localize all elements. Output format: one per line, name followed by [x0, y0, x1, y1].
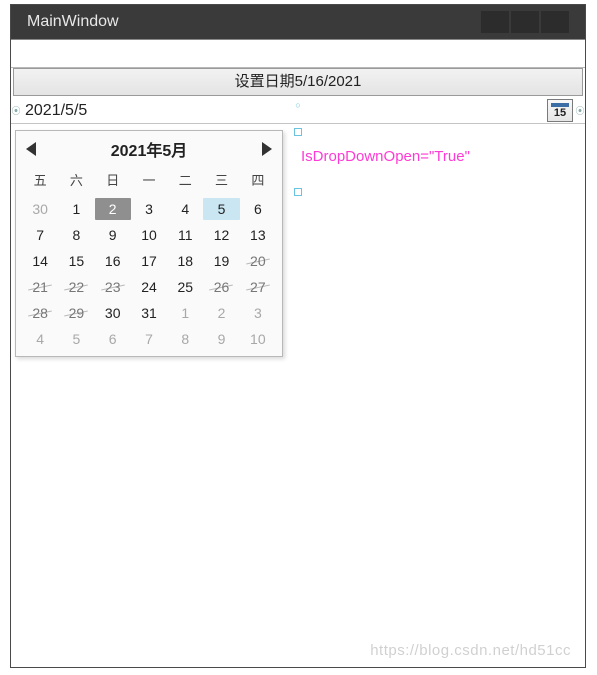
calendar-day[interactable]: 4: [167, 198, 203, 220]
designer-handle-right-icon: ⦿: [575, 98, 585, 123]
calendar-day[interactable]: 10: [240, 328, 276, 350]
calendar-icon-day: 15: [554, 108, 566, 119]
calendar-day[interactable]: 25: [167, 276, 203, 298]
calendar-day: 28: [22, 302, 58, 324]
calendar-day[interactable]: 18: [167, 250, 203, 272]
calendar-day[interactable]: 5: [58, 328, 94, 350]
calendar-day[interactable]: 13: [240, 224, 276, 246]
calendar-day[interactable]: 5: [203, 198, 239, 220]
calendar-day: 21: [22, 276, 58, 298]
calendar-header: 2021年5月: [16, 131, 282, 165]
calendar-day[interactable]: 9: [95, 224, 131, 246]
calendar-day[interactable]: 30: [95, 302, 131, 324]
close-button[interactable]: [541, 11, 569, 33]
calendar-day: 22: [58, 276, 94, 298]
designer-marker-icon: ○: [295, 100, 300, 110]
calendar-day[interactable]: 2: [203, 302, 239, 324]
calendar-day[interactable]: 9: [203, 328, 239, 350]
calendar-day[interactable]: 7: [22, 224, 58, 246]
window-title: MainWindow: [27, 13, 481, 31]
calendar-day[interactable]: 3: [131, 198, 167, 220]
calendar-day[interactable]: 2: [95, 198, 131, 220]
calendar-popup: 2021年5月 五六日一二三四3012345678910111213141516…: [15, 130, 283, 357]
calendar-day: 20: [240, 250, 276, 272]
prev-month-button[interactable]: [26, 142, 36, 156]
calendar-day[interactable]: 8: [58, 224, 94, 246]
minimize-button[interactable]: [481, 11, 509, 33]
day-of-week-header: 六: [58, 167, 94, 194]
day-of-week-header: 五: [22, 167, 58, 194]
calendar-day[interactable]: 11: [167, 224, 203, 246]
calendar-day: 26: [203, 276, 239, 298]
calendar-day: 23: [95, 276, 131, 298]
day-of-week-header: 一: [131, 167, 167, 194]
calendar-day[interactable]: 6: [95, 328, 131, 350]
maximize-button[interactable]: [511, 11, 539, 33]
annotation-text: IsDropDownOpen="True": [301, 148, 470, 165]
main-window: MainWindow 设置日期5/16/2021 ⦿ ○ 15 ⦿: [10, 4, 586, 668]
empty-row: [11, 40, 585, 68]
calendar-day[interactable]: 15: [58, 250, 94, 272]
window-buttons: [481, 11, 569, 33]
calendar-day[interactable]: 17: [131, 250, 167, 272]
day-of-week-header: 日: [95, 167, 131, 194]
calendar-day[interactable]: 10: [131, 224, 167, 246]
calendar-day[interactable]: 7: [131, 328, 167, 350]
calendar-day[interactable]: 8: [167, 328, 203, 350]
calendar-day[interactable]: 30: [22, 198, 58, 220]
set-date-button[interactable]: 设置日期5/16/2021: [13, 68, 583, 96]
day-of-week-header: 四: [240, 167, 276, 194]
calendar-day[interactable]: 3: [240, 302, 276, 324]
day-of-week-header: 三: [203, 167, 239, 194]
calendar-icon: [551, 103, 569, 107]
calendar-day[interactable]: 14: [22, 250, 58, 272]
calendar-day[interactable]: 1: [167, 302, 203, 324]
calendar-day: 27: [240, 276, 276, 298]
calendar-grid: 五六日一二三四301234567891011121314151617181920…: [16, 165, 282, 350]
calendar-day[interactable]: 12: [203, 224, 239, 246]
designer-handle-left-icon: ⦿: [11, 98, 21, 123]
client-area: 设置日期5/16/2021 ⦿ ○ 15 ⦿ 2021年5月 五六日一二三四30…: [11, 39, 585, 667]
calendar-day[interactable]: 24: [131, 276, 167, 298]
calendar-day[interactable]: 1: [58, 198, 94, 220]
datepicker-input[interactable]: [21, 98, 547, 123]
calendar-day[interactable]: 4: [22, 328, 58, 350]
datepicker: ⦿ ○ 15 ⦿: [11, 98, 585, 124]
next-month-button[interactable]: [262, 142, 272, 156]
titlebar: MainWindow: [11, 5, 585, 39]
calendar-day[interactable]: 6: [240, 198, 276, 220]
calendar-title[interactable]: 2021年5月: [111, 137, 188, 161]
calendar-day: 29: [58, 302, 94, 324]
calendar-day[interactable]: 19: [203, 250, 239, 272]
watermark: https://blog.csdn.net/hd51cc: [370, 642, 571, 659]
calendar-day[interactable]: 31: [131, 302, 167, 324]
calendar-day[interactable]: 16: [95, 250, 131, 272]
content-row: 2021年5月 五六日一二三四3012345678910111213141516…: [11, 124, 585, 363]
day-of-week-header: 二: [167, 167, 203, 194]
calendar-dropdown-button[interactable]: 15: [547, 99, 573, 122]
